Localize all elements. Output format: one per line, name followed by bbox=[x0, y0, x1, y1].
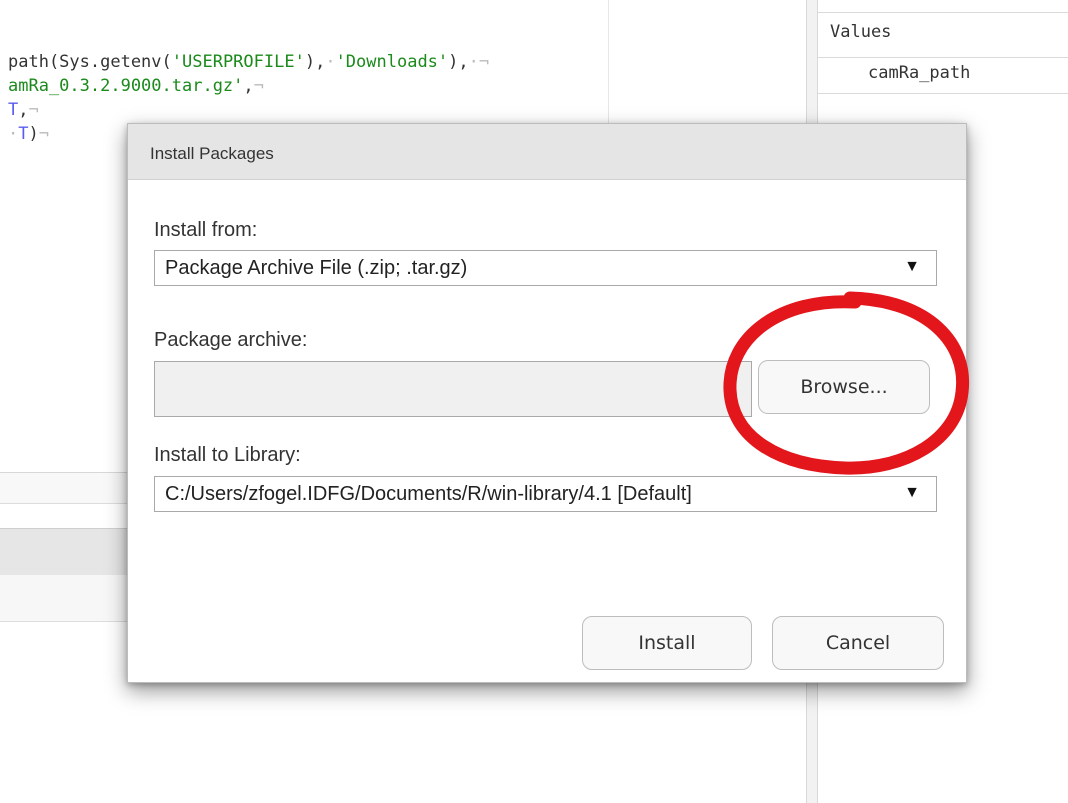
dialog-titlebar[interactable]: Install Packages bbox=[128, 124, 966, 180]
install-button[interactable]: Install bbox=[582, 616, 752, 670]
dropdown-arrow-icon: ▼ bbox=[900, 484, 920, 502]
code-token: T bbox=[18, 124, 29, 144]
package-archive-input[interactable] bbox=[154, 361, 752, 417]
code-token: ·¬ bbox=[468, 52, 490, 72]
code-token: , bbox=[243, 76, 254, 96]
code-token: amRa_0.3.2.9000.tar.gz' bbox=[8, 76, 244, 96]
code-token: T bbox=[8, 100, 19, 120]
env-values-header: Values bbox=[818, 12, 1068, 58]
install-from-label: Install from: bbox=[154, 219, 258, 241]
install-from-select[interactable]: Package Archive File (.zip; .tar.gz) ▼ bbox=[154, 250, 937, 286]
browse-button[interactable]: Browse... bbox=[758, 360, 930, 414]
code-token: · bbox=[325, 52, 336, 72]
code-token: 'Downloads' bbox=[335, 52, 449, 72]
code-token: · bbox=[8, 124, 19, 144]
code-token: ), bbox=[448, 52, 469, 72]
install-packages-dialog: Install Packages Install from: Package A… bbox=[127, 123, 967, 683]
code-token: ¬ bbox=[38, 124, 49, 144]
code-line-3[interactable]: T,¬ bbox=[8, 99, 39, 121]
install-to-library-select[interactable]: C:/Users/zfogel.IDFG/Documents/R/win-lib… bbox=[154, 476, 937, 512]
code-token: , bbox=[18, 100, 29, 120]
package-archive-label: Package archive: bbox=[154, 329, 308, 351]
install-to-library-label: Install to Library: bbox=[154, 444, 301, 466]
install-to-library-value: C:/Users/zfogel.IDFG/Documents/R/win-lib… bbox=[165, 483, 692, 505]
code-token: 'USERPROFILE' bbox=[171, 52, 305, 72]
code-line-4[interactable]: ·T)¬ bbox=[8, 123, 49, 145]
code-line-1[interactable]: path(Sys.getenv('USERPROFILE'),·'Downloa… bbox=[8, 51, 489, 73]
code-token: ¬ bbox=[28, 100, 39, 120]
code-line-2[interactable]: amRa_0.3.2.9000.tar.gz',¬ bbox=[8, 75, 264, 97]
install-from-value: Package Archive File (.zip; .tar.gz) bbox=[165, 257, 468, 279]
dialog-title: Install Packages bbox=[150, 144, 274, 163]
code-token: ¬ bbox=[253, 76, 264, 96]
code-token: path(Sys.getenv( bbox=[8, 52, 172, 72]
cancel-button[interactable]: Cancel bbox=[772, 616, 944, 670]
code-token: ), bbox=[304, 52, 326, 72]
env-variable-row[interactable]: camRa_path bbox=[818, 58, 1068, 94]
code-token: ) bbox=[28, 124, 39, 144]
dropdown-arrow-icon: ▼ bbox=[904, 258, 920, 275]
